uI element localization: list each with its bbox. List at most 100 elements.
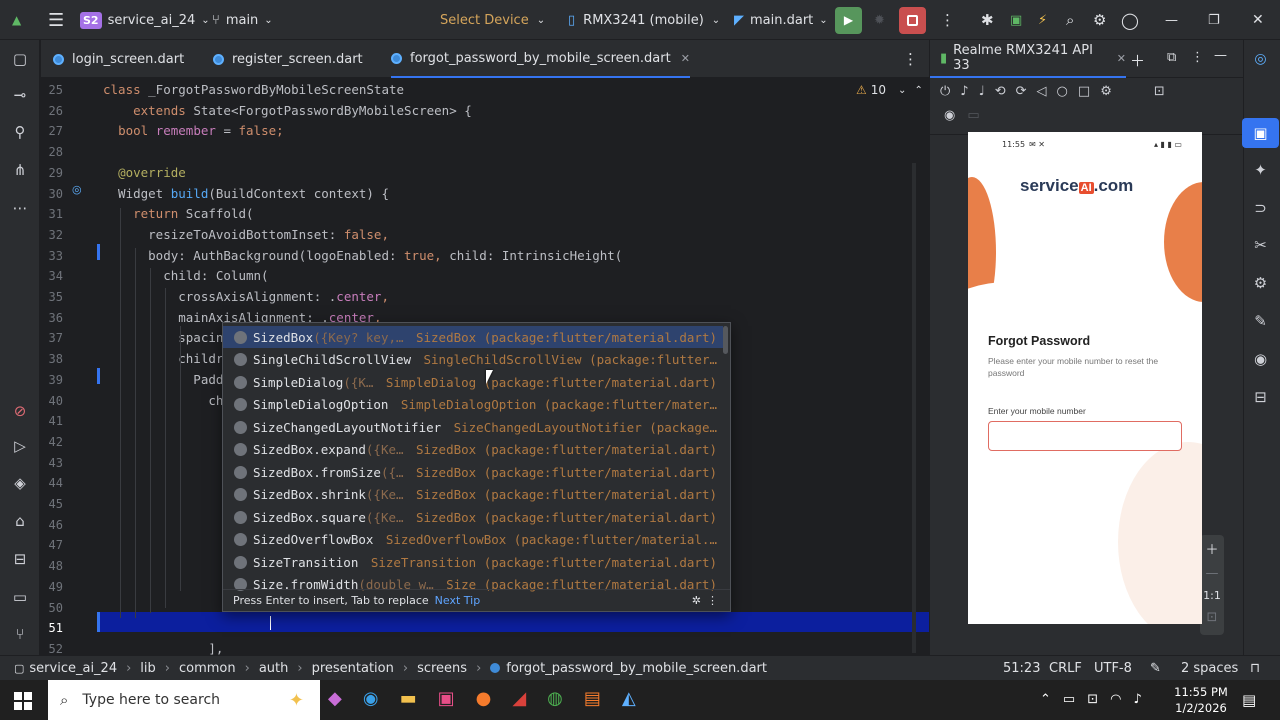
- layout-inspector-icon[interactable]: ◉: [1242, 344, 1279, 374]
- panel-options-icon[interactable]: ⋮: [1191, 50, 1204, 65]
- breadcrumb-item[interactable]: auth: [259, 661, 289, 676]
- tab-options-icon[interactable]: ⋮: [903, 40, 918, 78]
- file-encoding[interactable]: UTF-8: [1094, 656, 1132, 680]
- notification-center-icon[interactable]: ▤: [1242, 691, 1256, 709]
- screenshot-icon[interactable]: ◉: [944, 108, 955, 123]
- device-explorer-icon[interactable]: ⚙: [1242, 268, 1279, 298]
- volume-icon[interactable]: ♪: [1133, 692, 1141, 707]
- stop-button[interactable]: [899, 0, 926, 40]
- indent-setting[interactable]: 2 spaces: [1181, 656, 1238, 680]
- problems-icon[interactable]: ⊘: [0, 396, 40, 426]
- acrobat-icon[interactable]: ◢: [512, 688, 526, 709]
- file-explorer-icon[interactable]: ▬: [400, 688, 417, 709]
- tab-forgot-password-by-mobile-screen[interactable]: forgot_password_by_mobile_screen.dart ✕: [391, 40, 690, 78]
- code-line[interactable]: @override: [103, 163, 186, 183]
- close-window-icon[interactable]: ✕: [1252, 0, 1264, 40]
- breadcrumb-item[interactable]: presentation: [312, 661, 394, 676]
- completion-item[interactable]: SizeChangedLayoutNotifier SizeChangedLayo…: [223, 416, 723, 438]
- breadcrumb-item[interactable]: common: [179, 661, 236, 676]
- phone-screen[interactable]: 11:55 ✉ ✕ ▴ ▮ ▮ ▭ service AI .com Forgot P…: [968, 132, 1202, 624]
- tray-app-icon[interactable]: ▭: [1063, 692, 1075, 707]
- project-folder-icon[interactable]: ▢: [0, 44, 40, 74]
- completion-item[interactable]: SizedBox ({Key? key,… SizedBox (package:fl…: [223, 326, 723, 348]
- code-line[interactable]: Widget build(BuildContext context) {: [103, 184, 389, 204]
- emulator-tool-icon[interactable]: ⊟: [1242, 382, 1279, 412]
- zoom-out-icon[interactable]: —: [1206, 566, 1219, 581]
- back-icon[interactable]: ◁: [1037, 84, 1047, 104]
- sparkle-icon[interactable]: ✲: [692, 594, 701, 607]
- overview-icon[interactable]: □: [1078, 84, 1090, 104]
- volume-down-icon[interactable]: ♩: [979, 84, 985, 104]
- android-studio-icon[interactable]: ◭: [622, 688, 636, 709]
- windows-start-icon[interactable]: [14, 692, 32, 710]
- code-line[interactable]: childr: [103, 349, 223, 369]
- completion-item[interactable]: SimpleDialog ({K… SimpleDialog (package:fl…: [223, 371, 723, 393]
- completion-item[interactable]: SizedBox.expand ({Ke… SizedBox (package:fl…: [223, 439, 723, 461]
- resource-manager-icon[interactable]: ⚲: [0, 117, 40, 147]
- notifications-icon[interactable]: ◎: [1242, 44, 1279, 74]
- main-menu-icon[interactable]: ☰: [48, 0, 64, 40]
- override-marker-icon[interactable]: ◎: [72, 183, 82, 196]
- device-manager-icon[interactable]: ▣: [1010, 0, 1022, 40]
- completion-item[interactable]: SizeTransition SizeTransition (package:fl…: [223, 551, 723, 573]
- code-line[interactable]: crossAxisAlignment: .center,: [103, 287, 389, 307]
- chrome-icon[interactable]: ◍: [547, 688, 563, 709]
- running-devices-icon[interactable]: ▣: [1242, 118, 1279, 148]
- breadcrumb-item[interactable]: forgot_password_by_mobile_screen.dart: [506, 661, 767, 676]
- code-line[interactable]: return Scaffold(: [103, 204, 253, 224]
- intellij-icon[interactable]: ▣: [438, 688, 455, 709]
- lock-icon[interactable]: ⊓: [1250, 656, 1260, 680]
- completion-item[interactable]: SimpleDialogOption SimpleDialogOption (pa…: [223, 394, 723, 416]
- next-tip-link[interactable]: Next Tip: [435, 594, 481, 607]
- minimize-window-icon[interactable]: —: [1165, 0, 1178, 40]
- close-tab-icon[interactable]: ✕: [681, 52, 690, 65]
- record-screen-icon[interactable]: ▭: [967, 108, 979, 123]
- inspection-widget[interactable]: ⚠ 10 ⌄ ⌃: [856, 83, 923, 97]
- completion-item[interactable]: SizedBox.shrink ({Ke… SizedBox (package:fl…: [223, 484, 723, 506]
- select-device-dropdown[interactable]: Select Device ⌄: [440, 0, 545, 40]
- device-settings-icon[interactable]: ⚙: [1100, 84, 1112, 104]
- app-links-icon[interactable]: ⊃: [1242, 193, 1279, 223]
- cursor-position[interactable]: 51:23: [1003, 656, 1040, 680]
- code-line[interactable]: child: Column(: [103, 266, 268, 286]
- tab-register-screen[interactable]: register_screen.dart: [213, 40, 363, 78]
- wifi-icon[interactable]: ◠: [1110, 692, 1121, 707]
- account-icon[interactable]: ◯: [1121, 0, 1139, 40]
- code-line[interactable]: class _ForgotPasswordByMobileScreenState: [103, 80, 404, 100]
- gear-icon[interactable]: ⚙: [1093, 0, 1106, 40]
- code-line[interactable]: Padd: [103, 370, 223, 390]
- power-icon[interactable]: ⏻: [940, 84, 950, 104]
- taskbar-search-box[interactable]: ⌕ Type here to search ✦: [48, 680, 320, 720]
- rotate-left-icon[interactable]: ⟲: [995, 84, 1006, 104]
- popup-menu-icon[interactable]: ⋮: [707, 594, 718, 607]
- run-button[interactable]: ▶: [835, 0, 862, 40]
- device-selector[interactable]: ▯ RMX3241 (mobile) ⌄: [568, 0, 720, 40]
- taskbar-clock[interactable]: 11:55 PM 1/2/2026: [1170, 684, 1232, 716]
- completion-item[interactable]: SizedOverflowBox SizedOverflowBox (packag…: [223, 529, 723, 551]
- volume-up-icon[interactable]: ♪: [960, 84, 968, 104]
- code-line[interactable]: resizeToAvoidBottomInset: false,: [103, 225, 389, 245]
- breadcrumb-item[interactable]: lib: [140, 661, 155, 676]
- bug-icon[interactable]: ✱: [981, 0, 994, 40]
- close-tab-icon[interactable]: ✕: [1117, 52, 1126, 65]
- completion-item[interactable]: SizedBox.square ({Ke… SizedBox (package:fl…: [223, 506, 723, 528]
- postman-icon[interactable]: ●: [476, 688, 492, 709]
- rotate-right-icon[interactable]: ⟳: [1016, 84, 1027, 104]
- branch-selector[interactable]: ⑂ main ⌄: [212, 0, 273, 40]
- terminal-icon[interactable]: ▭: [0, 582, 40, 612]
- project-selector[interactable]: S2 service_ai_24 ⌄: [80, 0, 210, 40]
- completion-item[interactable]: SingleChildScrollView SingleChildScrollVi…: [223, 349, 723, 371]
- code-line[interactable]: extends State<ForgotPasswordByMobileScre…: [103, 101, 472, 121]
- hide-panel-icon[interactable]: —: [1214, 48, 1227, 63]
- breadcrumb-item[interactable]: screens: [417, 661, 467, 676]
- git-icon[interactable]: ⑂: [0, 619, 40, 649]
- illustrator-icon[interactable]: ▤: [584, 688, 601, 709]
- code-line[interactable]: spacin: [103, 328, 223, 348]
- gem-icon[interactable]: ◈: [0, 468, 40, 498]
- hot-reload-icon[interactable]: ⚡: [1038, 0, 1047, 40]
- code-line[interactable]: ],: [103, 639, 223, 655]
- run-config-selector[interactable]: ◤ main.dart ⌄: [734, 0, 828, 40]
- copilot-icon[interactable]: ◆: [328, 688, 342, 709]
- more-actions-icon[interactable]: ⋮: [940, 0, 955, 40]
- run-tool-icon[interactable]: ▷: [0, 431, 40, 461]
